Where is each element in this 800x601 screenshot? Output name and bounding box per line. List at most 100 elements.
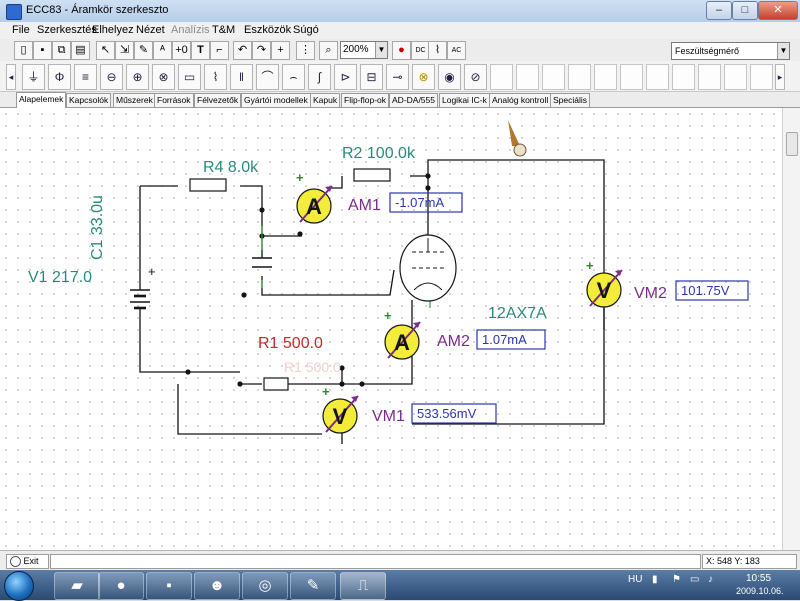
network-icon[interactable]: ▮ xyxy=(652,574,658,585)
label-r2: R2 100.0k xyxy=(342,145,416,162)
messenger-icon[interactable]: ☻ xyxy=(194,572,240,600)
resistor-icon[interactable]: ▭ xyxy=(178,64,201,90)
resistor-r1[interactable] xyxy=(263,377,289,391)
tab-ad-da-555[interactable]: AD-DA/555 xyxy=(389,93,438,107)
floppy-icon[interactable]: ▪ xyxy=(146,572,192,600)
empty-slot xyxy=(490,64,513,90)
potentiometer-icon[interactable]: ⊘ xyxy=(464,64,487,90)
tab-specialis[interactable]: Speciális xyxy=(550,93,591,107)
status-message xyxy=(50,554,701,569)
tab-alapelemek[interactable]: Alapelemek xyxy=(16,92,67,108)
coil-icon[interactable]: ∫ xyxy=(308,64,331,90)
capacitor-c1[interactable] xyxy=(252,257,272,268)
pencil-icon[interactable]: ✎ xyxy=(134,41,153,60)
empty-slot xyxy=(750,64,773,90)
lamp-icon[interactable]: ⊗ xyxy=(412,64,435,90)
save-icon[interactable]: ▪ xyxy=(33,41,52,60)
clock-date[interactable]: 2009.10.06. xyxy=(736,586,784,596)
diode-icon[interactable]: ⊳ xyxy=(334,64,357,90)
minimize-button[interactable]: – xyxy=(706,1,732,20)
explorer-icon[interactable]: ▰ xyxy=(54,572,100,600)
tube-12ax7a[interactable] xyxy=(399,234,457,302)
ground-icon[interactable]: ⏚ xyxy=(22,64,45,90)
schematic-canvas[interactable]: R4 8.0k R2 100.0k V1 217.0 12AX7A C1 33.… xyxy=(0,108,782,550)
motor-icon[interactable]: ◉ xyxy=(438,64,461,90)
select-arrow-icon[interactable]: ↖ xyxy=(96,41,115,60)
menu-place[interactable]: Elhelyez xyxy=(92,24,134,36)
cable-icon[interactable]: ⊟ xyxy=(360,64,383,90)
name-vm2: VM2 xyxy=(634,285,667,302)
tab-kapuk[interactable]: Kapuk xyxy=(310,93,341,107)
volume-icon[interactable]: ♪ xyxy=(708,574,713,585)
battery-icon[interactable]: ≡ xyxy=(74,64,97,90)
label-icon[interactable]: ᴬ xyxy=(153,41,172,60)
tab-gyartoi-modellek[interactable]: Gyártói modellek xyxy=(241,93,311,107)
capacitor-icon[interactable]: ‖ xyxy=(230,64,253,90)
inductor-icon[interactable]: ⌒ xyxy=(256,64,279,90)
undo-icon[interactable]: ↶ xyxy=(233,41,252,60)
menu-analysis[interactable]: Analízis xyxy=(171,24,210,36)
voltage-source-icon[interactable]: ⊖ xyxy=(100,64,123,90)
junction-icon[interactable]: + xyxy=(271,41,290,60)
paste-icon[interactable]: ▤ xyxy=(71,41,90,60)
vertical-scrollbar[interactable] xyxy=(782,108,800,550)
move-icon[interactable]: ⇲ xyxy=(115,41,134,60)
scroll-thumb[interactable] xyxy=(786,132,798,156)
taskbar: ▰ ● ▪ ☻ ◎ ✎ ⎍ HU ▮ ⚑ ▭ ♪ xyxy=(0,570,800,601)
instrument-select[interactable]: Feszültségmérő ▼ xyxy=(671,42,790,60)
menu-tools[interactable]: Eszközök xyxy=(244,24,291,36)
menu-edit[interactable]: Szerkesztés xyxy=(37,24,97,36)
wire-icon[interactable]: ⌐ xyxy=(210,41,229,60)
tab-forrasok[interactable]: Források xyxy=(154,93,194,107)
label-tube: 12AX7A xyxy=(488,305,547,322)
ammeter-icon[interactable]: Φ xyxy=(48,64,71,90)
menu-help[interactable]: Súgó xyxy=(293,24,319,36)
switch-icon[interactable]: ⌇ xyxy=(204,64,227,90)
close-button[interactable]: ✕ xyxy=(758,1,798,20)
ac-label-icon[interactable]: AC xyxy=(447,41,466,60)
menu-tm[interactable]: T&M xyxy=(212,24,235,36)
copy-icon[interactable]: ⧉ xyxy=(52,41,71,60)
paint-icon[interactable]: ✎ xyxy=(290,572,336,600)
start-button[interactable] xyxy=(4,571,34,601)
firefox-icon[interactable]: ● xyxy=(98,572,144,600)
new-file-icon[interactable]: ▯ xyxy=(14,41,33,60)
grid-icon[interactable]: ⋮ xyxy=(296,41,315,60)
tab-flip-flopok[interactable]: Flip-flop-ok xyxy=(341,93,390,107)
probe-icon[interactable]: +0 xyxy=(172,41,191,60)
menu-view[interactable]: Nézet xyxy=(136,24,165,36)
zoom-select[interactable]: 200% ▼ xyxy=(340,41,388,59)
monitor-icon[interactable]: ▭ xyxy=(690,574,699,585)
tab-felvezetok[interactable]: Félvezetők xyxy=(194,93,242,107)
flag-icon[interactable]: ⚑ xyxy=(672,574,681,585)
menu-bar: File Szerkesztés Elhelyez Nézet Analízis… xyxy=(0,22,800,39)
media-icon[interactable]: ◎ xyxy=(242,572,288,600)
app-icon xyxy=(6,4,22,20)
tab-analog-kontroll[interactable]: Analóg kontroll xyxy=(489,93,552,107)
language-indicator[interactable]: HU xyxy=(628,574,642,585)
menu-file[interactable]: File xyxy=(12,24,30,36)
circuit-app-icon[interactable]: ⎍ xyxy=(340,572,386,600)
clock-time[interactable]: 10:55 xyxy=(746,573,771,584)
scroll-right-icon[interactable]: ▸ xyxy=(775,64,785,90)
dc-analysis-icon[interactable]: ● xyxy=(392,41,411,60)
switch-toggle-icon[interactable]: ⊸ xyxy=(386,64,409,90)
transformer-icon[interactable]: ⌢ xyxy=(282,64,305,90)
tab-kapcsolok[interactable]: Kapcsolók xyxy=(66,93,112,107)
redo-icon[interactable]: ↷ xyxy=(252,41,271,60)
text-tool-icon[interactable]: T xyxy=(191,41,210,60)
battery-v1[interactable] xyxy=(130,289,150,310)
meter-icon[interactable]: ⊗ xyxy=(152,64,175,90)
maximize-button[interactable]: □ xyxy=(732,1,758,20)
chart-icon[interactable]: ⌇ xyxy=(428,41,447,60)
tab-muszerek[interactable]: Műszerek xyxy=(113,93,156,107)
zoom-icon[interactable]: ⌕ xyxy=(319,41,338,60)
name-vm1: VM1 xyxy=(372,408,405,425)
resistor-r2[interactable] xyxy=(353,168,391,182)
current-source-icon[interactable]: ⊕ xyxy=(126,64,149,90)
meter-readings: -1.07mA 1.07mA 533.56mV 101.75V xyxy=(395,195,730,421)
resistor-r4[interactable] xyxy=(189,178,227,192)
scroll-left-icon[interactable]: ◂ xyxy=(6,64,16,90)
zoom-value: 200% xyxy=(343,44,369,55)
tab-logikai-ic[interactable]: Logikai IC-k xyxy=(439,93,490,107)
